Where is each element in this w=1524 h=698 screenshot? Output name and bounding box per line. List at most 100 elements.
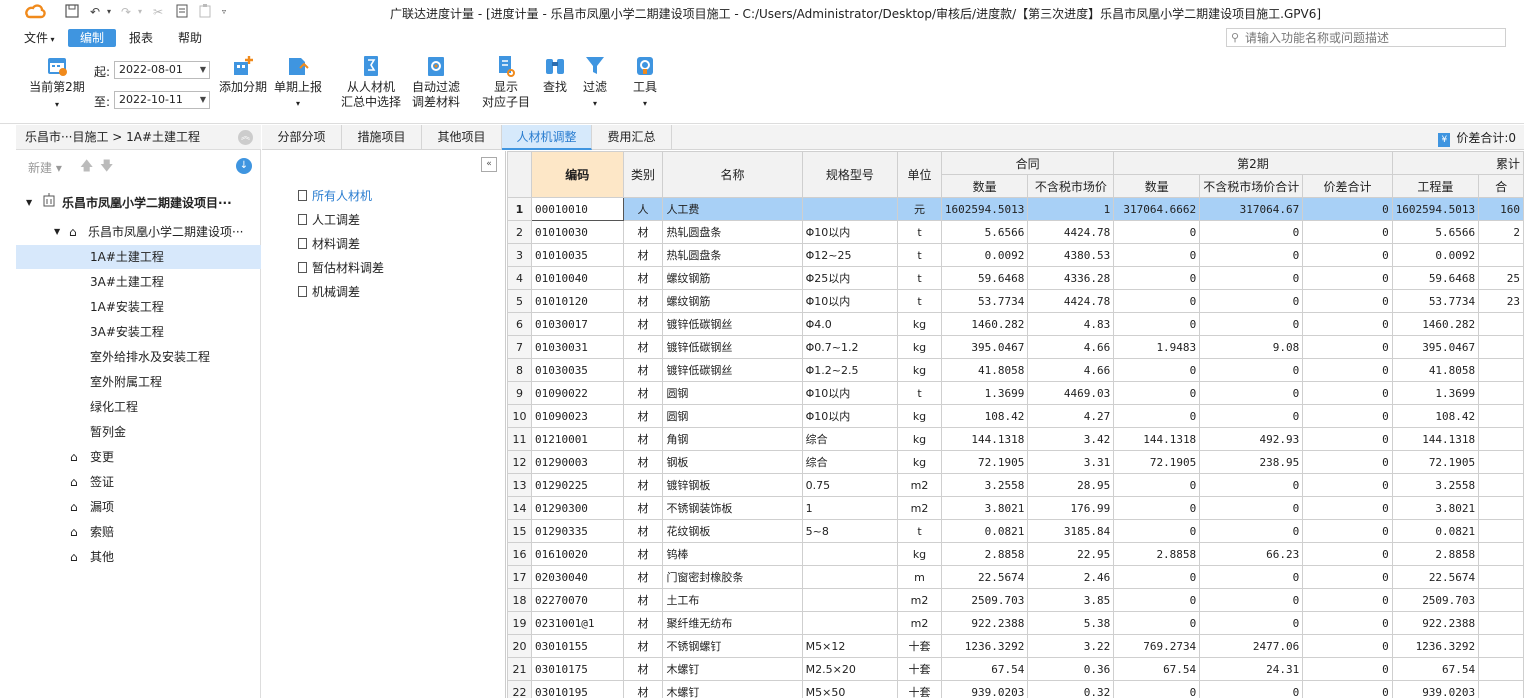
period2-diff-cell[interactable]: 0 (1302, 358, 1393, 382)
category-machinery[interactable]: 机械调差 (298, 282, 360, 302)
code-cell[interactable]: 01090023 (530, 404, 624, 428)
period2-qty-cell[interactable]: 0 (1113, 312, 1201, 336)
period2-total-cell[interactable]: 0 (1199, 289, 1304, 313)
spec-cell[interactable]: M2.5×20 (801, 657, 899, 681)
period2-total-cell[interactable]: 238.95 (1199, 450, 1304, 474)
tree-item-1a-civil[interactable]: 1A#土建工程 (16, 245, 261, 269)
header-spec[interactable]: 规格型号 (801, 151, 899, 198)
spec-cell[interactable] (801, 611, 899, 635)
period2-qty-cell[interactable]: 0 (1113, 473, 1201, 497)
type-cell[interactable]: 材 (622, 565, 664, 589)
spec-cell[interactable]: Φ10以内 (801, 381, 899, 405)
move-up-icon[interactable]: 🡅 (80, 157, 93, 179)
type-cell[interactable]: 材 (622, 657, 664, 681)
code-cell[interactable]: 0231001@1 (530, 611, 624, 635)
unit-cell[interactable]: t (897, 266, 942, 290)
spec-cell[interactable]: 5~8 (801, 519, 899, 543)
cumulative-qty-cell[interactable]: 67.54 (1391, 657, 1480, 681)
contract-price-cell[interactable]: 3.22 (1027, 634, 1115, 658)
cumulative-qty-cell[interactable]: 0.0092 (1391, 243, 1480, 267)
period2-qty-cell[interactable]: 0 (1113, 289, 1201, 313)
period2-total-cell[interactable]: 0 (1199, 266, 1304, 290)
copy-icon[interactable] (174, 4, 190, 20)
header-contract-qty[interactable]: 数量 (940, 174, 1029, 198)
period2-total-cell[interactable]: 0 (1199, 473, 1304, 497)
table-row[interactable]: 2 01010030 材热轧圆盘条 Φ10以内 t 5.6566 4424.78 0 0 0 5.6… (507, 220, 1524, 244)
name-cell[interactable]: 不锈钢装饰板 (662, 496, 803, 520)
unit-cell[interactable]: m2 (897, 473, 942, 497)
period2-qty-cell[interactable]: 67.54 (1113, 657, 1201, 681)
period2-qty-cell[interactable]: 0 (1113, 496, 1201, 520)
end-date-picker[interactable]: 2022-10-11 ▼ (114, 91, 210, 109)
period2-qty-cell[interactable]: 0 (1113, 565, 1201, 589)
name-cell[interactable]: 螺纹钢筋 (662, 266, 803, 290)
name-cell[interactable]: 热轧圆盘条 (662, 243, 803, 267)
cumulative-total-cell[interactable] (1478, 358, 1524, 382)
cumulative-total-cell[interactable] (1478, 473, 1524, 497)
cumulative-qty-cell[interactable]: 1460.282 (1391, 312, 1480, 336)
period2-qty-cell[interactable]: 1.9483 (1113, 335, 1201, 359)
contract-qty-cell[interactable]: 53.7734 (940, 289, 1029, 313)
cumulative-total-cell[interactable] (1478, 588, 1524, 612)
table-row[interactable]: 21 03010175 材木螺钉 M2.5×20 十套 67.54 0.36 67.54 24.… (507, 657, 1524, 681)
tab-sub-items[interactable]: 分部分项 (262, 125, 342, 150)
expand-icon[interactable]: ▼ (54, 220, 60, 244)
tab-cost-summary[interactable]: 费用汇总 (592, 125, 672, 150)
expand-icon[interactable]: ▼ (26, 191, 32, 215)
cumulative-qty-cell[interactable]: 3.8021 (1391, 496, 1480, 520)
contract-qty-cell[interactable]: 2.8858 (940, 542, 1029, 566)
contract-qty-cell[interactable]: 22.5674 (940, 565, 1029, 589)
cumulative-total-cell[interactable]: 160 (1478, 197, 1524, 221)
contract-qty-cell[interactable]: 922.2388 (940, 611, 1029, 635)
spec-cell[interactable]: 1 (801, 496, 899, 520)
period2-diff-cell[interactable]: 0 (1302, 496, 1393, 520)
name-cell[interactable]: 木螺钉 (662, 657, 803, 681)
tree-item-3a-install[interactable]: 3A#安装工程 (16, 320, 261, 344)
name-cell[interactable]: 热轧圆盘条 (662, 220, 803, 244)
type-cell[interactable]: 材 (622, 450, 664, 474)
cumulative-qty-cell[interactable]: 2.8858 (1391, 542, 1480, 566)
period2-total-cell[interactable]: 9.08 (1199, 335, 1304, 359)
cumulative-total-cell[interactable] (1478, 381, 1524, 405)
code-cell[interactable]: 01030035 (530, 358, 624, 382)
contract-qty-cell[interactable]: 144.1318 (940, 427, 1029, 451)
contract-qty-cell[interactable]: 0.0821 (940, 519, 1029, 543)
header-contract-price[interactable]: 不含税市场价 (1027, 174, 1115, 198)
tree-item-claim[interactable]: ⌂ 索赔 (16, 520, 261, 544)
menu-edit[interactable]: 编制 (68, 29, 116, 47)
contract-qty-cell[interactable]: 1460.282 (940, 312, 1029, 336)
cumulative-total-cell[interactable] (1478, 496, 1524, 520)
header-code[interactable]: 编码 (530, 151, 624, 198)
contract-qty-cell[interactable]: 939.0203 (940, 680, 1029, 698)
header-period2-total[interactable]: 不含税市场价合计 (1199, 174, 1304, 198)
unit-cell[interactable]: kg (897, 450, 942, 474)
unit-cell[interactable]: m (897, 565, 942, 589)
code-cell[interactable]: 01290225 (530, 473, 624, 497)
period2-diff-cell[interactable]: 0 (1302, 542, 1393, 566)
contract-qty-cell[interactable]: 1.3699 (940, 381, 1029, 405)
period2-total-cell[interactable]: 0 (1199, 519, 1304, 543)
contract-qty-cell[interactable]: 67.54 (940, 657, 1029, 681)
code-cell[interactable]: 01290335 (530, 519, 624, 543)
period2-qty-cell[interactable]: 0 (1113, 243, 1201, 267)
cumulative-qty-cell[interactable]: 0.0821 (1391, 519, 1480, 543)
cumulative-qty-cell[interactable]: 72.1905 (1391, 450, 1480, 474)
period2-diff-cell[interactable]: 0 (1302, 427, 1393, 451)
function-search-box[interactable]: ⚲ (1226, 28, 1506, 47)
contract-qty-cell[interactable]: 5.6566 (940, 220, 1029, 244)
tree-item-3a-civil[interactable]: 3A#土建工程 (16, 270, 261, 294)
name-cell[interactable]: 门窗密封橡胶条 (662, 565, 803, 589)
contract-price-cell[interactable]: 4.27 (1027, 404, 1115, 428)
unit-cell[interactable]: t (897, 243, 942, 267)
cumulative-total-cell[interactable] (1478, 404, 1524, 428)
cumulative-qty-cell[interactable]: 41.8058 (1391, 358, 1480, 382)
period2-total-cell[interactable]: 0 (1199, 220, 1304, 244)
contract-price-cell[interactable]: 4.66 (1027, 358, 1115, 382)
type-cell[interactable]: 材 (622, 519, 664, 543)
contract-qty-cell[interactable]: 1602594.5013 (940, 197, 1029, 221)
type-cell[interactable]: 材 (622, 404, 664, 428)
cumulative-qty-cell[interactable]: 1236.3292 (1391, 634, 1480, 658)
unit-cell[interactable]: kg (897, 542, 942, 566)
table-row[interactable]: 16 01610020 材钨棒 kg 2.8858 22.95 2.8858 66.23 0 2.… (507, 542, 1524, 566)
contract-qty-cell[interactable]: 2509.703 (940, 588, 1029, 612)
